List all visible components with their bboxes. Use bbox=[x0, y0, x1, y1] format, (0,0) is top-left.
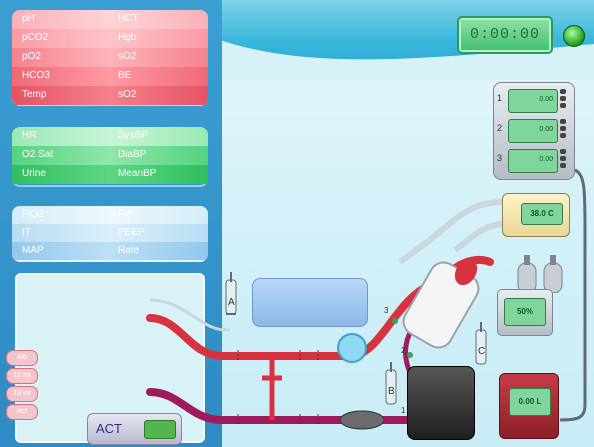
act-label: ACT bbox=[96, 421, 122, 436]
pump-buttons[interactable] bbox=[560, 149, 568, 171]
side-tab-alb[interactable]: Alb bbox=[6, 350, 38, 366]
gas-cylinders-icon bbox=[517, 255, 563, 293]
pump-display[interactable]: 0.00 bbox=[508, 149, 558, 173]
act-button[interactable]: ACT bbox=[87, 413, 182, 445]
clamp-a-cannula bbox=[149, 298, 227, 332]
heater-display: 38.0 C bbox=[521, 203, 563, 225]
pump-buttons[interactable] bbox=[560, 89, 568, 111]
pump-buttons[interactable] bbox=[560, 119, 568, 141]
pump-number: 2 bbox=[497, 123, 503, 133]
blender-display: 50% bbox=[504, 298, 546, 326]
pump-display[interactable]: 0.00 bbox=[508, 89, 558, 113]
syringe-pump-bank[interactable]: 1 0.00 2 0.00 3 0.00 bbox=[493, 82, 575, 180]
pump-display[interactable]: 0.00 bbox=[508, 119, 558, 143]
pump-value: 0.00 bbox=[539, 156, 553, 163]
act-display bbox=[144, 420, 176, 439]
heater-unit[interactable]: 38.0 C bbox=[502, 193, 570, 237]
pump-value: 0.00 bbox=[539, 96, 553, 103]
ecmo-simulator-screen: 0:00:00 A B C 3 2 1 pH HCT pCO2 Hgb pO2 … bbox=[0, 0, 594, 447]
side-tab-dose-1[interactable]: 10 ml bbox=[6, 368, 38, 384]
pump-value: 0.00 bbox=[539, 126, 553, 133]
arterial-cannula bbox=[146, 314, 226, 360]
pump-number: 1 bbox=[497, 93, 503, 103]
centrifugal-pump-console[interactable] bbox=[407, 366, 475, 440]
gas-blender[interactable]: 50% bbox=[497, 289, 553, 336]
side-tab-hct[interactable]: Hct bbox=[6, 404, 38, 420]
side-tab-dose-2[interactable]: 10 ml bbox=[6, 386, 38, 402]
flow-meter[interactable]: 0.00 L bbox=[499, 373, 559, 439]
pump-number: 3 bbox=[497, 153, 503, 163]
flow-display: 0.00 L bbox=[509, 388, 551, 416]
